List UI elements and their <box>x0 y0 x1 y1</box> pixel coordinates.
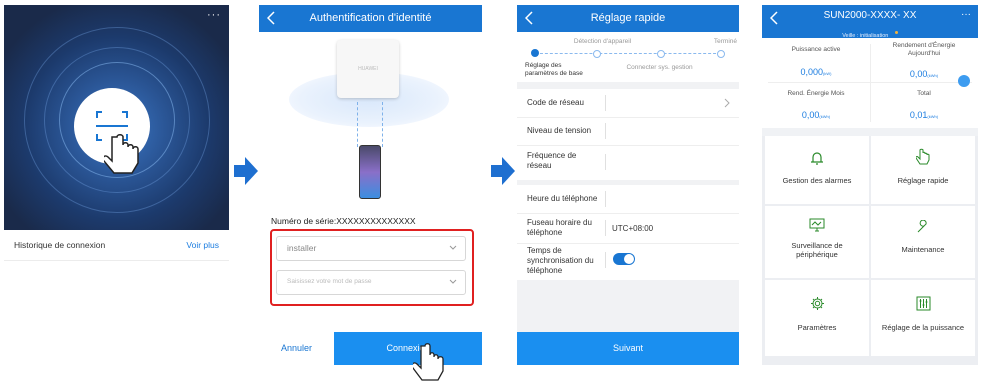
step-dot <box>531 49 539 57</box>
chevron-right-icon[interactable] <box>724 98 730 108</box>
auth-button-bar: Annuler Connexion <box>259 332 482 365</box>
menu-device-monitoring[interactable]: Surveillance de périphérique <box>765 206 869 278</box>
chart-icon[interactable] <box>958 75 970 87</box>
timezone-value: UTC+08:00 <box>612 224 654 233</box>
grid-frequency-field[interactable]: Fréquence de réseau <box>517 145 739 180</box>
wrench-icon <box>917 219 927 233</box>
flow-arrow-1 <box>234 157 258 185</box>
gear-icon <box>810 297 824 310</box>
chevron-down-icon[interactable] <box>449 245 457 251</box>
stat-label: Total <box>917 90 931 97</box>
more-dots-icon[interactable]: ··· <box>207 9 221 21</box>
login-button[interactable]: Connexion <box>334 332 482 365</box>
stat-value: 0,000 <box>800 67 824 77</box>
phone-illustration <box>359 145 381 199</box>
auth-titlebar: Authentification d'identité <box>259 5 482 32</box>
menu-label: Réglage rapide <box>897 176 949 185</box>
page-title: Réglage rapide <box>590 12 666 24</box>
hand-pointer-icon <box>104 134 139 174</box>
function-grid: Gestion des alarmes Réglage rapide Surve… <box>762 136 978 365</box>
menu-label: Maintenance <box>901 245 945 254</box>
field-label: Fuseau horaire du téléphone <box>527 218 592 237</box>
grid-settings-card: Code de réseau Niveau de tension Fréquen… <box>517 89 739 180</box>
stat-unit: (kWh) <box>819 114 831 119</box>
username-field[interactable]: installer <box>276 236 466 261</box>
menu-parameters[interactable]: Paramètres <box>765 280 869 356</box>
stat-label: Puissance active <box>791 46 841 53</box>
stat-active-power: Puissance active 0,000(kW) <box>762 46 870 80</box>
time-sync-toggle[interactable] <box>613 253 635 265</box>
stat-label: Rend. Énergie Mois <box>787 90 845 97</box>
screen-scan: ··· Historique de connexion Voir plus <box>4 5 229 365</box>
monitor-icon <box>809 218 825 232</box>
username-value: installer <box>287 243 317 253</box>
stat-value: 0,01 <box>909 110 928 120</box>
menu-label: Gestion des alarmes <box>782 176 852 185</box>
screen-device-home: SUN2000-XXXX- XX Veille : initialisation… <box>762 5 978 365</box>
step-dot <box>717 50 725 58</box>
password-field[interactable]: Saisissez votre mot de passe <box>276 270 466 295</box>
time-sync-field: Temps de synchronisation du téléphone <box>517 243 739 280</box>
power-adjust-icon <box>916 296 930 311</box>
serial-number: Numéro de série:XXXXXXXXXXXXXX <box>271 216 416 226</box>
energy-stats-card: Puissance active 0,000(kW) Rendement d'É… <box>762 38 978 128</box>
step-label: Réglage des paramètres de base <box>525 62 583 77</box>
screen-authentication: Authentification d'identité HUAWEI Numér… <box>259 5 482 365</box>
cancel-button[interactable]: Annuler <box>259 332 334 365</box>
alarm-bell-icon <box>811 152 823 165</box>
flow-arrow-2 <box>491 157 515 185</box>
field-label: Fréquence de réseau <box>527 151 577 170</box>
stat-unit: (kWh) <box>927 114 939 119</box>
stat-energy-month: Rend. Énergie Mois 0,00(kWh) <box>762 90 870 123</box>
login-form: Numéro de série:XXXXXXXXXXXXXX installer… <box>259 212 482 332</box>
field-label: Temps de synchronisation du téléphone <box>527 246 594 275</box>
stat-value: 0,00 <box>909 69 928 79</box>
device-title: SUN2000-XXXX- XX <box>823 10 917 21</box>
voltage-level-field[interactable]: Niveau de tension <box>517 117 739 146</box>
device-logo: HUAWEI <box>358 66 378 72</box>
menu-quick-setup[interactable]: Réglage rapide <box>871 136 975 204</box>
phone-time-card: Heure du téléphone Fuseau horaire du tél… <box>517 185 739 280</box>
device-illustration: HUAWEI <box>259 32 482 212</box>
menu-power-adjustment[interactable]: Réglage de la puissance <box>871 280 975 356</box>
next-button[interactable]: Suivant <box>517 332 739 365</box>
phone-time-field[interactable]: Heure du téléphone <box>517 185 739 214</box>
scan-hero: ··· <box>4 5 229 230</box>
screen-quick-setup: Réglage rapide Réglage des paramètres de… <box>517 5 739 365</box>
hand-pointer-icon <box>413 343 444 381</box>
stat-unit: (kW) <box>823 71 832 76</box>
stat-value: 0,00 <box>801 110 820 120</box>
step-label: Terminé <box>713 38 737 45</box>
menu-maintenance[interactable]: Maintenance <box>871 206 975 278</box>
step-progress: Réglage des paramètres de base Détection… <box>517 32 739 82</box>
grid-code-field[interactable]: Code de réseau <box>517 89 739 118</box>
device-header: SUN2000-XXXX- XX Veille : initialisation… <box>762 5 978 39</box>
menu-alarm-management[interactable]: Gestion des alarmes <box>765 136 869 204</box>
stat-label: Rendement d'Énergie Aujourd'hui <box>892 42 956 57</box>
stat-energy-total: Total 0,01(kWh) <box>870 90 978 123</box>
step-label: Connecter sys. gestion <box>626 64 693 71</box>
menu-label: Paramètres <box>797 323 837 332</box>
chevron-down-icon[interactable] <box>449 279 457 285</box>
field-label: Heure du téléphone <box>527 194 598 203</box>
tap-hand-icon <box>915 148 930 165</box>
menu-label: Réglage de la puissance <box>881 323 965 332</box>
field-label: Niveau de tension <box>527 126 592 135</box>
field-label: Code de réseau <box>527 98 584 107</box>
history-label: Historique de connexion <box>14 240 106 250</box>
see-more-link[interactable]: Voir plus <box>186 240 219 250</box>
page-title: Authentification d'identité <box>309 12 432 24</box>
step-dot <box>657 50 665 58</box>
more-dots-icon[interactable]: ··· <box>961 9 971 20</box>
menu-label: Surveillance de périphérique <box>791 241 843 259</box>
stat-unit: (kWh) <box>927 73 939 78</box>
step-dot <box>593 50 601 58</box>
connection-history-row[interactable]: Historique de connexion Voir plus <box>4 230 229 261</box>
password-placeholder: Saisissez votre mot de passe <box>287 278 372 285</box>
timezone-field[interactable]: Fuseau horaire du téléphone UTC+08:00 <box>517 213 739 244</box>
quick-setup-titlebar: Réglage rapide <box>517 5 739 32</box>
status-dot-icon <box>894 31 898 35</box>
step-label: Détection d'appareil <box>573 38 632 45</box>
